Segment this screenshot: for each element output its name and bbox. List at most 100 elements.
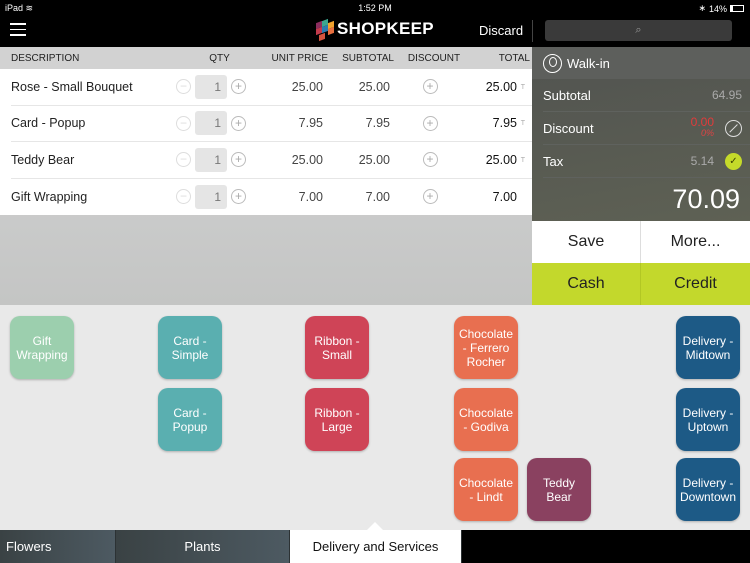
quantity-stepper: − 1 + [176, 147, 268, 172]
tax-check-icon[interactable]: ✓ [725, 152, 742, 170]
search-input[interactable]: ⌕ [545, 20, 732, 41]
line-subtotal: 25.00 [358, 79, 390, 94]
item-description: Gift Wrapping [11, 189, 88, 204]
item-tile[interactable]: Chocolate - Lindt [454, 458, 518, 521]
item-tile[interactable]: Chocolate - Ferrero Rocher [454, 316, 518, 379]
cart-panel: DESCRIPTION QTY UNIT PRICE SUBTOTAL DISC… [0, 47, 532, 305]
subtotal-value: 64.95 [711, 88, 742, 102]
edit-discount-icon[interactable] [725, 119, 742, 137]
search-icon: ⌕ [635, 24, 642, 36]
increase-qty-icon[interactable]: + [231, 115, 246, 131]
item-tile[interactable]: Gift Wrapping [10, 316, 74, 379]
col-discount: DISCOUNT [407, 52, 461, 64]
unit-price: 7.00 [298, 189, 323, 204]
divider [532, 20, 533, 42]
qty-input[interactable]: 1 [195, 74, 227, 99]
battery-status: ∗ 14% [698, 3, 744, 14]
item-description: Teddy Bear [11, 152, 75, 167]
cart-row[interactable]: Teddy Bear − 1 + 25.00 25.00 + 25.00 T [11, 142, 532, 179]
battery-icon [730, 5, 744, 12]
quantity-stepper: − 1 + [176, 111, 268, 136]
item-tile-grid: Gift Wrapping Card - Simple Card - Popup Ri… [0, 305, 750, 530]
category-tabs: Flowers Plants Delivery and Services [0, 530, 750, 563]
unit-price: 25.00 [291, 79, 323, 94]
increase-qty-icon[interactable]: + [231, 152, 246, 168]
unit-price: 7.95 [298, 116, 323, 131]
item-tile[interactable]: Delivery - Midtown [676, 316, 740, 379]
line-total: 25.00 T [485, 79, 525, 94]
decrease-qty-icon[interactable]: − [176, 189, 191, 205]
discard-button[interactable]: Discard [479, 23, 523, 38]
discount-value: 0.00 0% [690, 115, 714, 138]
add-discount-icon[interactable]: + [422, 152, 438, 168]
brand-name: SHOPKEEP [337, 19, 434, 38]
cart-row[interactable]: Rose - Small Bouquet − 1 + 25.00 25.00 +… [11, 69, 532, 106]
col-subtotal: SUBTOTAL [342, 52, 394, 64]
item-tile[interactable]: Chocolate - Godiva [454, 388, 518, 451]
line-total: 7.00 [492, 189, 517, 204]
col-total: TOTAL [498, 52, 530, 64]
increase-qty-icon[interactable]: + [231, 79, 246, 95]
line-total: 7.95 T [492, 116, 525, 131]
line-total: 25.00 T [485, 152, 525, 167]
discount-line: Discount 0.00 0% [543, 112, 750, 145]
cart-items: Rose - Small Bouquet − 1 + 25.00 25.00 +… [0, 69, 532, 215]
active-tab-pointer [367, 522, 383, 530]
tax-value: 5.14 [690, 154, 714, 168]
increase-qty-icon[interactable]: + [231, 189, 246, 205]
col-description: DESCRIPTION [11, 52, 80, 64]
line-subtotal: 7.00 [365, 189, 390, 204]
quantity-stepper: − 1 + [176, 184, 268, 209]
logo-mark-icon [316, 18, 334, 42]
add-discount-icon[interactable]: + [422, 115, 438, 131]
cart-row[interactable]: Card - Popup − 1 + 7.95 7.95 + 7.95 T [11, 106, 532, 142]
item-tile[interactable]: Ribbon - Large [305, 388, 369, 451]
order-summary: Walk-in Subtotal 64.95 Discount 0.00 0% T… [532, 47, 750, 221]
decrease-qty-icon[interactable]: − [176, 115, 191, 131]
cart-row[interactable]: Gift Wrapping − 1 + 7.00 7.00 + 7.00 [11, 179, 532, 216]
tax-marker: T [520, 120, 525, 128]
item-tile[interactable]: Delivery - Uptown [676, 388, 740, 451]
item-tile[interactable]: Card - Popup [158, 388, 222, 451]
tax-marker: T [520, 156, 525, 164]
line-subtotal: 25.00 [358, 152, 390, 167]
qty-input[interactable]: 1 [195, 184, 227, 209]
subtotal-line: Subtotal 64.95 [543, 79, 750, 112]
payment-actions: Save More... Cash Credit [532, 221, 750, 305]
tax-marker: T [520, 83, 525, 91]
more-button[interactable]: More... [641, 221, 750, 263]
hamburger-menu-icon[interactable] [10, 23, 26, 37]
category-tab[interactable]: Delivery and Services [290, 530, 462, 563]
status-bar: iPad ≋ 1:52 PM ∗ 14% [0, 0, 750, 16]
top-bar: SHOPKEEP Discard ⌕ [0, 16, 750, 47]
customer-name: Walk-in [567, 55, 610, 71]
cash-button[interactable]: Cash [532, 263, 641, 305]
tax-label: Tax [543, 153, 564, 169]
discount-label: Discount [543, 120, 594, 136]
save-button[interactable]: Save [532, 221, 641, 263]
tax-line: Tax 5.14 ✓ [543, 145, 750, 178]
add-discount-icon[interactable]: + [422, 189, 438, 205]
decrease-qty-icon[interactable]: − [176, 79, 191, 95]
discount-percent: 0% [700, 128, 714, 138]
line-subtotal: 7.95 [365, 116, 390, 131]
bluetooth-icon: ∗ [698, 3, 706, 13]
qty-input[interactable]: 1 [195, 111, 227, 136]
person-icon [543, 53, 562, 73]
credit-button[interactable]: Credit [641, 263, 750, 305]
item-tile[interactable]: Delivery - Downtown [676, 458, 740, 521]
item-tile[interactable]: Ribbon - Small [305, 316, 369, 379]
item-description: Rose - Small Bouquet [11, 79, 133, 94]
decrease-qty-icon[interactable]: − [176, 152, 191, 168]
unit-price: 25.00 [291, 152, 323, 167]
grand-total: 70.09 [672, 184, 740, 214]
item-tile[interactable]: Card - Simple [158, 316, 222, 379]
cart-header: DESCRIPTION QTY UNIT PRICE SUBTOTAL DISC… [0, 47, 532, 69]
customer-selector[interactable]: Walk-in [532, 47, 750, 79]
category-tab[interactable]: Plants [116, 530, 290, 563]
add-discount-icon[interactable]: + [422, 79, 438, 95]
shopkeep-logo: SHOPKEEP [316, 18, 434, 42]
item-tile[interactable]: Teddy Bear [527, 458, 591, 521]
qty-input[interactable]: 1 [195, 147, 227, 172]
category-tab[interactable]: Flowers [0, 530, 116, 563]
